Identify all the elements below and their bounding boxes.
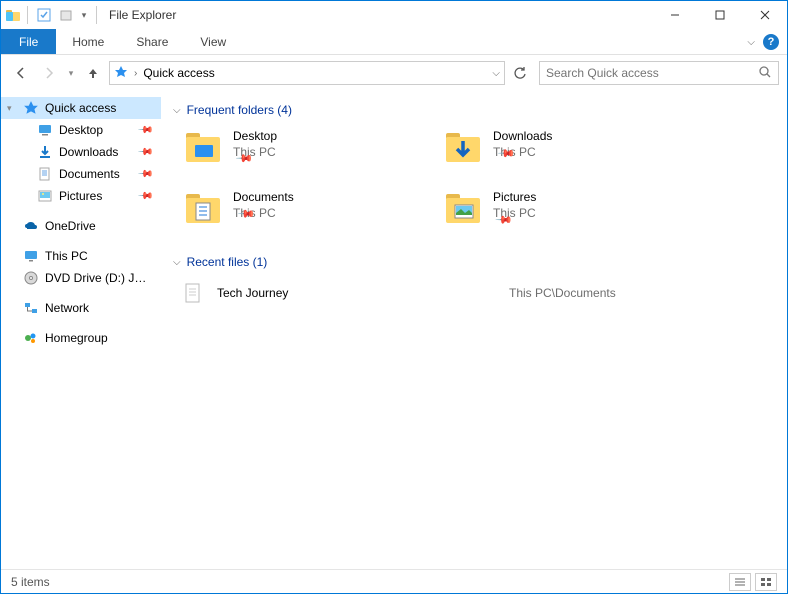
- main-content: ⌵ Frequent folders (4) Desktop This PC 📌…: [161, 91, 787, 569]
- section-frequent[interactable]: ⌵ Frequent folders (4): [173, 103, 775, 117]
- chevron-down-icon[interactable]: ▾: [7, 103, 12, 114]
- icons-view-button[interactable]: [755, 573, 777, 591]
- picture-icon: [37, 188, 53, 204]
- onedrive-icon: [23, 218, 39, 234]
- sidebar-item-desktop[interactable]: Desktop 📌: [1, 119, 161, 141]
- sidebar-item-dvd[interactable]: DVD Drive (D:) J_CPRA: [1, 267, 161, 289]
- tab-share[interactable]: Share: [120, 29, 184, 54]
- file-tab[interactable]: File: [1, 29, 56, 54]
- close-button[interactable]: [742, 1, 787, 29]
- download-icon: [37, 144, 53, 160]
- window-title: File Explorer: [109, 8, 176, 22]
- statusbar: 5 items: [1, 569, 787, 593]
- forward-button[interactable]: [37, 61, 61, 85]
- chevron-down-icon[interactable]: ⌵: [173, 257, 181, 268]
- document-icon: [37, 166, 53, 182]
- star-icon: [23, 100, 39, 116]
- pin-icon: 📌: [136, 166, 153, 183]
- folder-tile-downloads[interactable]: Downloads This PC 📌: [441, 125, 661, 178]
- app-icon: [5, 7, 21, 23]
- file-icon: [181, 281, 205, 305]
- section-recent[interactable]: ⌵ Recent files (1): [173, 255, 775, 269]
- minimize-button[interactable]: [652, 1, 697, 29]
- address-bar[interactable]: › Quick access ⌵: [109, 61, 505, 85]
- sidebar-item-pictures[interactable]: Pictures 📌: [1, 185, 161, 207]
- titlebar: ▾ File Explorer: [1, 1, 787, 29]
- breadcrumb-sep-icon: ›: [134, 68, 137, 79]
- search-icon[interactable]: [758, 65, 772, 82]
- breadcrumb[interactable]: Quick access: [143, 66, 214, 80]
- sidebar-item-quick-access[interactable]: ▾ Quick access: [1, 97, 161, 119]
- pin-icon: 📌: [136, 188, 153, 205]
- refresh-button[interactable]: [509, 62, 531, 84]
- maximize-button[interactable]: [697, 1, 742, 29]
- qat-dropdown[interactable]: ▾: [78, 5, 90, 25]
- qat-properties[interactable]: [34, 5, 54, 25]
- network-icon: [23, 300, 39, 316]
- help-icon[interactable]: ?: [763, 34, 779, 50]
- sidebar-item-network[interactable]: Network: [1, 297, 161, 319]
- folder-tile-desktop[interactable]: Desktop This PC 📌: [181, 125, 401, 178]
- qat-new-folder[interactable]: [56, 5, 76, 25]
- homegroup-icon: [23, 330, 39, 346]
- details-view-button[interactable]: [729, 573, 751, 591]
- ribbon-expand-icon[interactable]: ⌵: [747, 37, 755, 48]
- folder-picture-icon: [443, 188, 483, 228]
- address-history-dropdown[interactable]: ⌵: [492, 68, 500, 79]
- navbar: ▾ › Quick access ⌵: [1, 55, 787, 91]
- search-input[interactable]: [546, 66, 758, 80]
- recent-locations-dropdown[interactable]: ▾: [65, 61, 77, 85]
- item-count: 5 items: [11, 575, 50, 589]
- sidebar-item-documents[interactable]: Documents 📌: [1, 163, 161, 185]
- ribbon: File Home Share View ⌵ ?: [1, 29, 787, 55]
- folder-desktop-icon: [183, 127, 223, 167]
- sidebar-item-homegroup[interactable]: Homegroup: [1, 327, 161, 349]
- pin-icon: 📌: [136, 144, 153, 161]
- pin-icon: 📌: [136, 122, 153, 139]
- sidebar-item-downloads[interactable]: Downloads 📌: [1, 141, 161, 163]
- tab-home[interactable]: Home: [56, 29, 120, 54]
- desktop-icon: [37, 122, 53, 138]
- sidebar-item-onedrive[interactable]: OneDrive: [1, 215, 161, 237]
- sidebar: ▾ Quick access Desktop 📌 Downloads 📌 Doc…: [1, 91, 161, 569]
- folder-tile-pictures[interactable]: Pictures This PC 📌: [441, 186, 661, 239]
- tab-view[interactable]: View: [184, 29, 242, 54]
- folder-tile-documents[interactable]: Documents This PC 📌: [181, 186, 401, 239]
- folder-download-icon: [443, 127, 483, 167]
- back-button[interactable]: [9, 61, 33, 85]
- disc-icon: [23, 270, 39, 286]
- chevron-down-icon[interactable]: ⌵: [173, 105, 181, 116]
- search-box[interactable]: [539, 61, 779, 85]
- computer-icon: [23, 248, 39, 264]
- sidebar-item-this-pc[interactable]: This PC: [1, 245, 161, 267]
- quick-access-star-icon: [114, 65, 128, 82]
- recent-file-row[interactable]: Tech Journey This PC\Documents: [173, 277, 775, 309]
- up-button[interactable]: [81, 61, 105, 85]
- folder-document-icon: [183, 188, 223, 228]
